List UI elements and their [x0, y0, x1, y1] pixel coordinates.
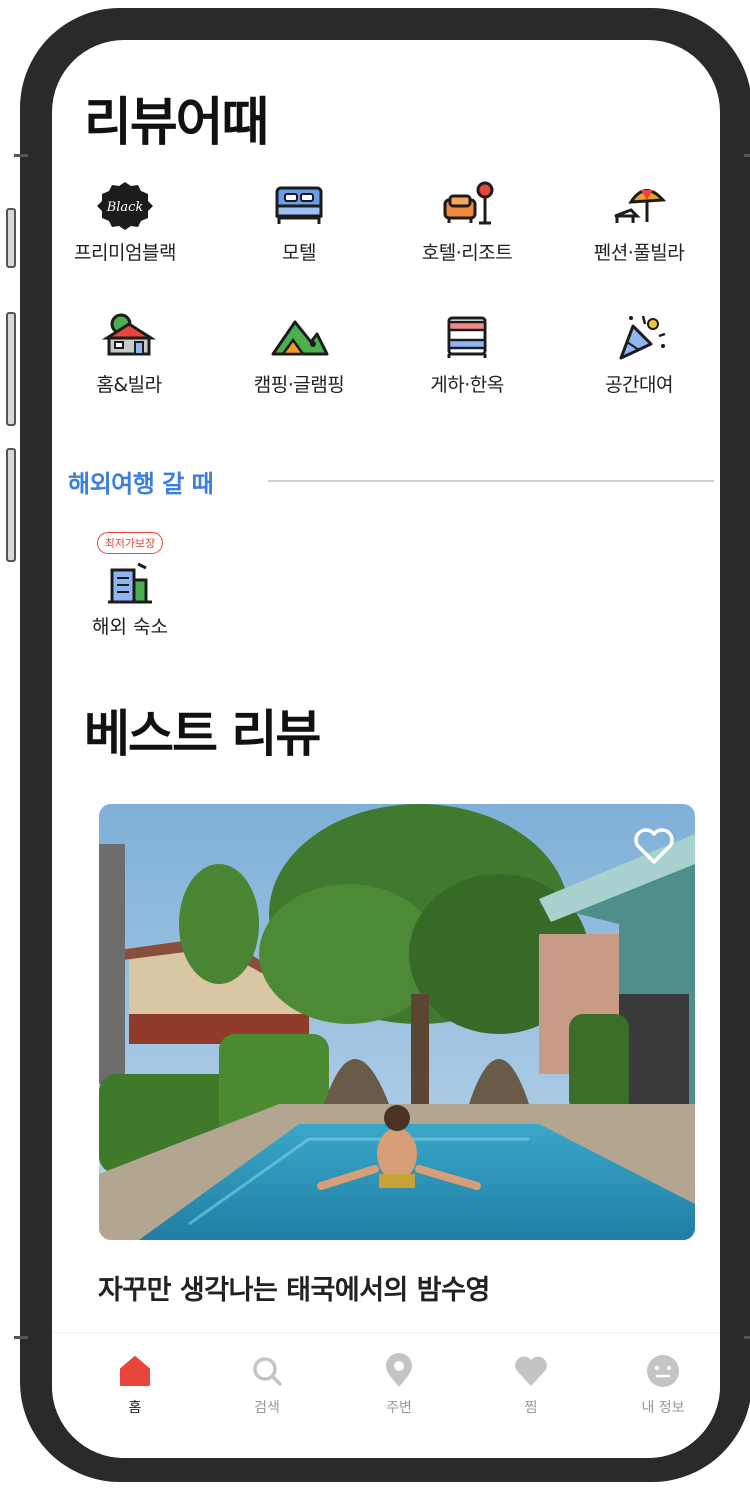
party-popper-icon: [619, 315, 666, 360]
home-icon: [120, 1356, 150, 1386]
bunk-bed-icon: [447, 316, 487, 358]
frame-tick: [14, 1336, 28, 1339]
category-label: 모텔: [282, 242, 316, 264]
tab-home[interactable]: 홈: [80, 1353, 190, 1417]
category-pension-poolvilla[interactable]: 펜션·풀빌라: [564, 180, 714, 265]
tab-label: 주변: [386, 1400, 412, 1416]
category-space-rental[interactable]: 공간대여: [564, 312, 714, 397]
category-hotel-resort[interactable]: 호텔·리조트: [392, 180, 542, 265]
category-label: 펜션·풀빌라: [593, 242, 685, 264]
lowest-price-badge: 최저가보장: [96, 532, 164, 554]
tab-label: 홈: [128, 1400, 142, 1416]
category-label: 캠핑·글램핑: [253, 374, 345, 396]
category-premium-black[interactable]: Black 프리미엄블랙: [52, 180, 200, 265]
overseas-lodging-item[interactable]: 최저가보장 해외 숙소: [80, 532, 180, 639]
overseas-lodging-label: 해외 숙소: [92, 616, 168, 638]
house-icon: [101, 313, 157, 356]
tab-label: 내 정보: [641, 1400, 685, 1416]
black-badge-icon: Black: [97, 182, 153, 230]
tab-nearby[interactable]: 주변: [344, 1353, 454, 1417]
location-pin-icon: [386, 1353, 412, 1387]
category-label: 게하·한옥: [430, 374, 504, 396]
best-reviews-title: 베스트 리뷰: [84, 705, 321, 763]
pool-photo: [99, 804, 695, 1240]
mute-switch: [6, 208, 16, 268]
frame-tick: [14, 154, 28, 157]
category-camping-glamping[interactable]: 캠핑·글램핑: [224, 312, 374, 397]
tab-my-info[interactable]: 내 정보: [608, 1353, 718, 1417]
section-divider: [268, 480, 714, 482]
beach-umbrella-icon: [614, 189, 667, 223]
category-guesthouse-hanok[interactable]: 게하·한옥: [392, 312, 542, 397]
bed-icon: [275, 186, 323, 224]
frame-tick: [744, 1336, 750, 1339]
bottom-tab-bar: 홈 검색 주변 찜 내 정보: [52, 1332, 720, 1458]
review-card-photo[interactable]: [99, 804, 695, 1240]
volume-up-button: [6, 312, 16, 426]
tab-wishlist[interactable]: 찜: [476, 1353, 586, 1417]
profile-face-icon: [647, 1355, 679, 1387]
category-label: 공간대여: [605, 374, 673, 396]
category-home-villa[interactable]: 홈&빌라: [54, 312, 204, 397]
black-badge-text: Black: [106, 200, 144, 215]
heart-outline-icon[interactable]: [632, 826, 676, 866]
tab-label: 찜: [524, 1400, 538, 1416]
category-label: 프리미엄블랙: [74, 242, 176, 264]
sofa-lamp-icon: [443, 181, 494, 225]
volume-down-button: [6, 448, 16, 562]
overseas-section-header: 해외여행 갈 때: [68, 464, 714, 500]
mountain-tent-icon: [271, 320, 329, 356]
building-icon: [108, 562, 152, 604]
category-motel[interactable]: 모텔: [224, 180, 374, 265]
category-label: 호텔·리조트: [421, 242, 513, 264]
app-title: 리뷰어때: [84, 93, 269, 153]
tab-search[interactable]: 검색: [212, 1353, 322, 1417]
frame-tick: [744, 154, 750, 157]
app-screen: 리뷰어때 Black 프리미엄블랙 모텔 호텔·리조트 펜션·풀빌라 홈&빌라 …: [52, 40, 720, 1458]
search-icon: [253, 1357, 282, 1386]
category-label: 홈&빌라: [96, 374, 162, 396]
heart-icon: [515, 1356, 547, 1386]
review-card-title[interactable]: 자꾸만 생각나는 태국에서의 밤수영: [98, 1268, 490, 1307]
tab-label: 검색: [254, 1400, 280, 1416]
overseas-section-title: 해외여행 갈 때: [68, 470, 214, 498]
